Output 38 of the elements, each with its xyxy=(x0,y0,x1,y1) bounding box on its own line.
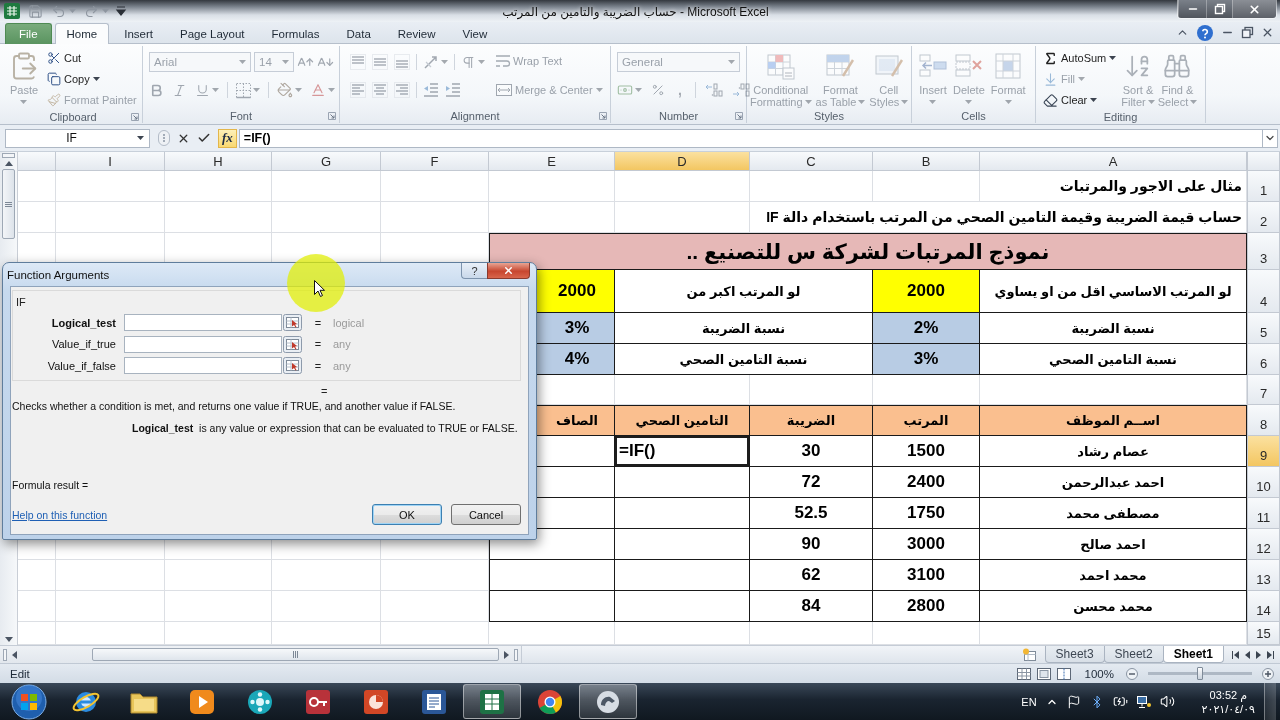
group-label: Editing xyxy=(1103,110,1138,123)
header-cell: اســم الموظف xyxy=(980,405,1247,436)
equals-sign: = xyxy=(321,384,328,397)
argument-label: Value_if_true xyxy=(52,338,116,351)
label-cell: نسبة الضريبة xyxy=(980,313,1247,344)
label-cell: لو المرتب اكبر من xyxy=(615,270,873,313)
equals-sign: = xyxy=(314,316,322,329)
window-title: حساب الضريبة والتامين من المرتب - Microsoft Excel xyxy=(501,4,770,19)
label-cell: لو المرتب الاساسي اقل من او يساوي xyxy=(980,270,1247,313)
group-label: Number xyxy=(658,109,699,122)
status-mode: Edit xyxy=(10,667,30,680)
group-label: Alignment xyxy=(450,109,500,122)
banner-cell: نموذج المرتبات لشركة س للتصنيع .. xyxy=(489,233,1247,270)
label-cell: نسبة التامين الصحي xyxy=(980,344,1247,375)
header-cell: المرتب xyxy=(873,405,980,436)
formula-result: Formula result = xyxy=(12,478,90,492)
value-cell: 3% xyxy=(873,344,980,375)
argument-hint: any xyxy=(333,338,352,351)
function-name: IF xyxy=(16,295,27,309)
label-cell: نسبة التامين الصحي xyxy=(615,344,873,375)
argument-label: Logical_test xyxy=(51,316,116,329)
group-label: Clipboard xyxy=(49,110,97,123)
equals-sign: = xyxy=(314,359,322,372)
dialog-title: Function Arguments xyxy=(7,268,110,281)
argument-label: Value_if_false xyxy=(47,359,116,372)
sheet-subtitle: حساب قيمة الضريبة وقيمة التامين الصحي من المرتب باستخدام دالة IF xyxy=(764,202,1244,232)
header-cell: الضريبة xyxy=(750,405,873,436)
argument-hint: logical xyxy=(333,316,366,329)
value-cell: 2% xyxy=(873,313,980,344)
argument-hint: any xyxy=(333,359,352,372)
equals-sign: = xyxy=(314,338,322,351)
function-description: Checks whether a condition is met, and returns one value if TRUE, and another value if FALSE. xyxy=(12,398,457,413)
value-cell: 2000 xyxy=(873,270,980,313)
group-label: Cells xyxy=(961,109,986,122)
header-cell: التامين الصحي xyxy=(615,405,750,436)
label-cell: نسبة الضريبة xyxy=(615,313,873,344)
group-label: Styles xyxy=(814,109,844,122)
group-label: Font xyxy=(230,109,252,122)
